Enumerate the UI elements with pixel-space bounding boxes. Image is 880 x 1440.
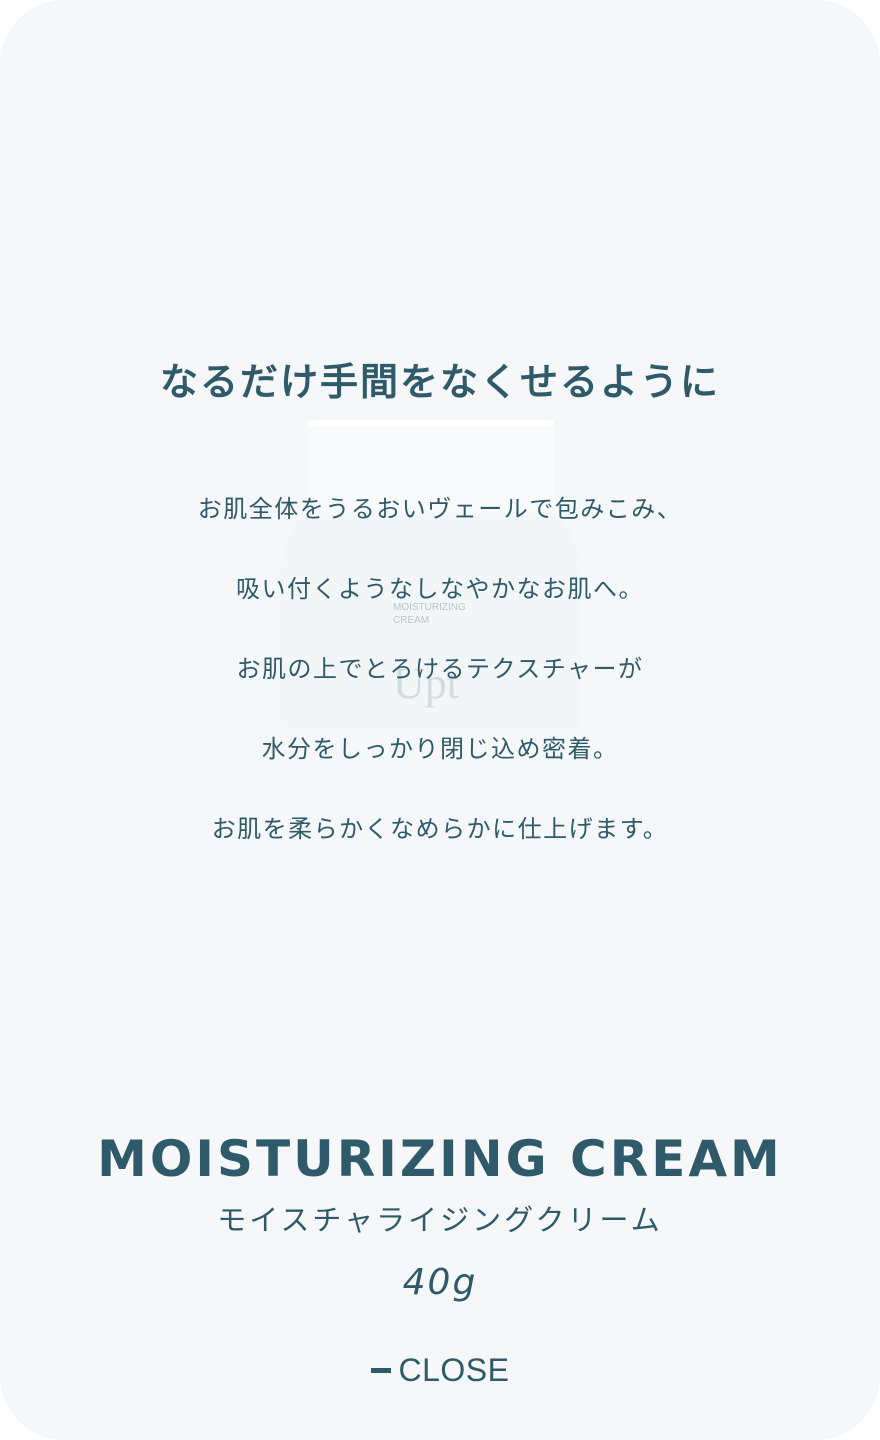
description-line: お肌を柔らかくなめらかに仕上げます。 (211, 815, 669, 843)
description: お肌全体をうるおいヴェールで包みこみ、 吸い付くようなしなやかなお肌へ。 お肌の… (0, 486, 880, 886)
description-line: お肌の上でとろけるテクスチャーが (236, 655, 644, 683)
product-name: MOISTURIZING CREAM (97, 1130, 783, 1188)
minus-icon (370, 1367, 391, 1373)
headline: なるだけ手間をなくせるように (159, 360, 720, 404)
close-button[interactable]: CLOSE (350, 1345, 530, 1395)
description-line: お肌全体をうるおいヴェールで包みこみ、 (197, 495, 683, 523)
product-name-kana: モイスチャライジングクリーム (217, 1203, 663, 1237)
description-line: 水分をしっかり閉じ込め密着。 (261, 735, 619, 763)
close-label: CLOSE (398, 1351, 510, 1388)
description-line: 吸い付くようなしなやかなお肌へ。 (236, 575, 644, 603)
product-size: 40g (402, 1262, 478, 1303)
product-detail-card: なるだけ手間をなくせるように MOISTURIZING CREAM Upt お肌… (0, 0, 880, 1440)
